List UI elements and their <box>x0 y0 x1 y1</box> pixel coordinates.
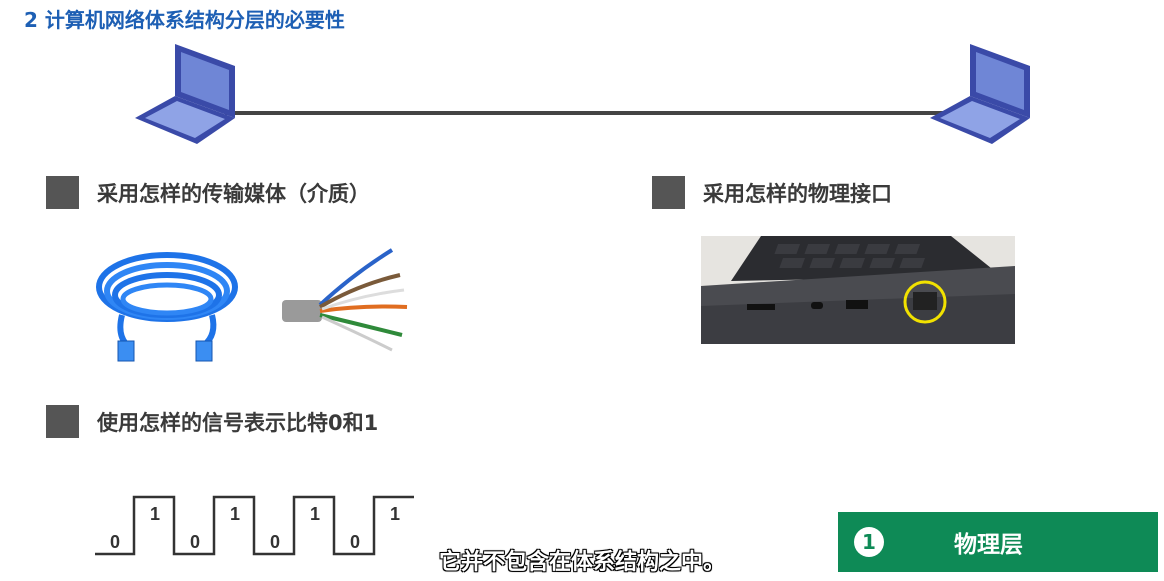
bullet-signal-text: 使用怎样的信号表示比特0和1 <box>97 410 379 435</box>
ethernet-cable-image <box>96 252 238 362</box>
video-subtitle: 它并不包含在体系结构之中。 <box>438 550 725 575</box>
bit-label: 1 <box>390 504 400 524</box>
bullet-interface: 采用怎样的物理接口 <box>652 176 892 209</box>
laptop-icon-left <box>135 44 235 144</box>
bullet-medium: 采用怎样的传输媒体（介质） <box>46 176 370 209</box>
bit-label: 1 <box>310 504 320 524</box>
bit-label: 1 <box>230 504 240 524</box>
bullet-square-icon <box>652 176 685 209</box>
laptop-icon-right <box>930 44 1030 144</box>
laptop-ethernet-port-image <box>701 236 1015 344</box>
bullet-signal: 使用怎样的信号表示比特0和1 <box>46 405 378 438</box>
bit-label: 1 <box>150 504 160 524</box>
bullet-square-icon <box>46 405 79 438</box>
bullet-medium-text: 采用怎样的传输媒体（介质） <box>97 181 370 206</box>
bullet-interface-text: 采用怎样的物理接口 <box>703 181 892 206</box>
twisted-pair-wires-image <box>282 248 408 352</box>
bullet-square-icon <box>46 176 79 209</box>
network-link-diagram <box>135 44 1030 144</box>
